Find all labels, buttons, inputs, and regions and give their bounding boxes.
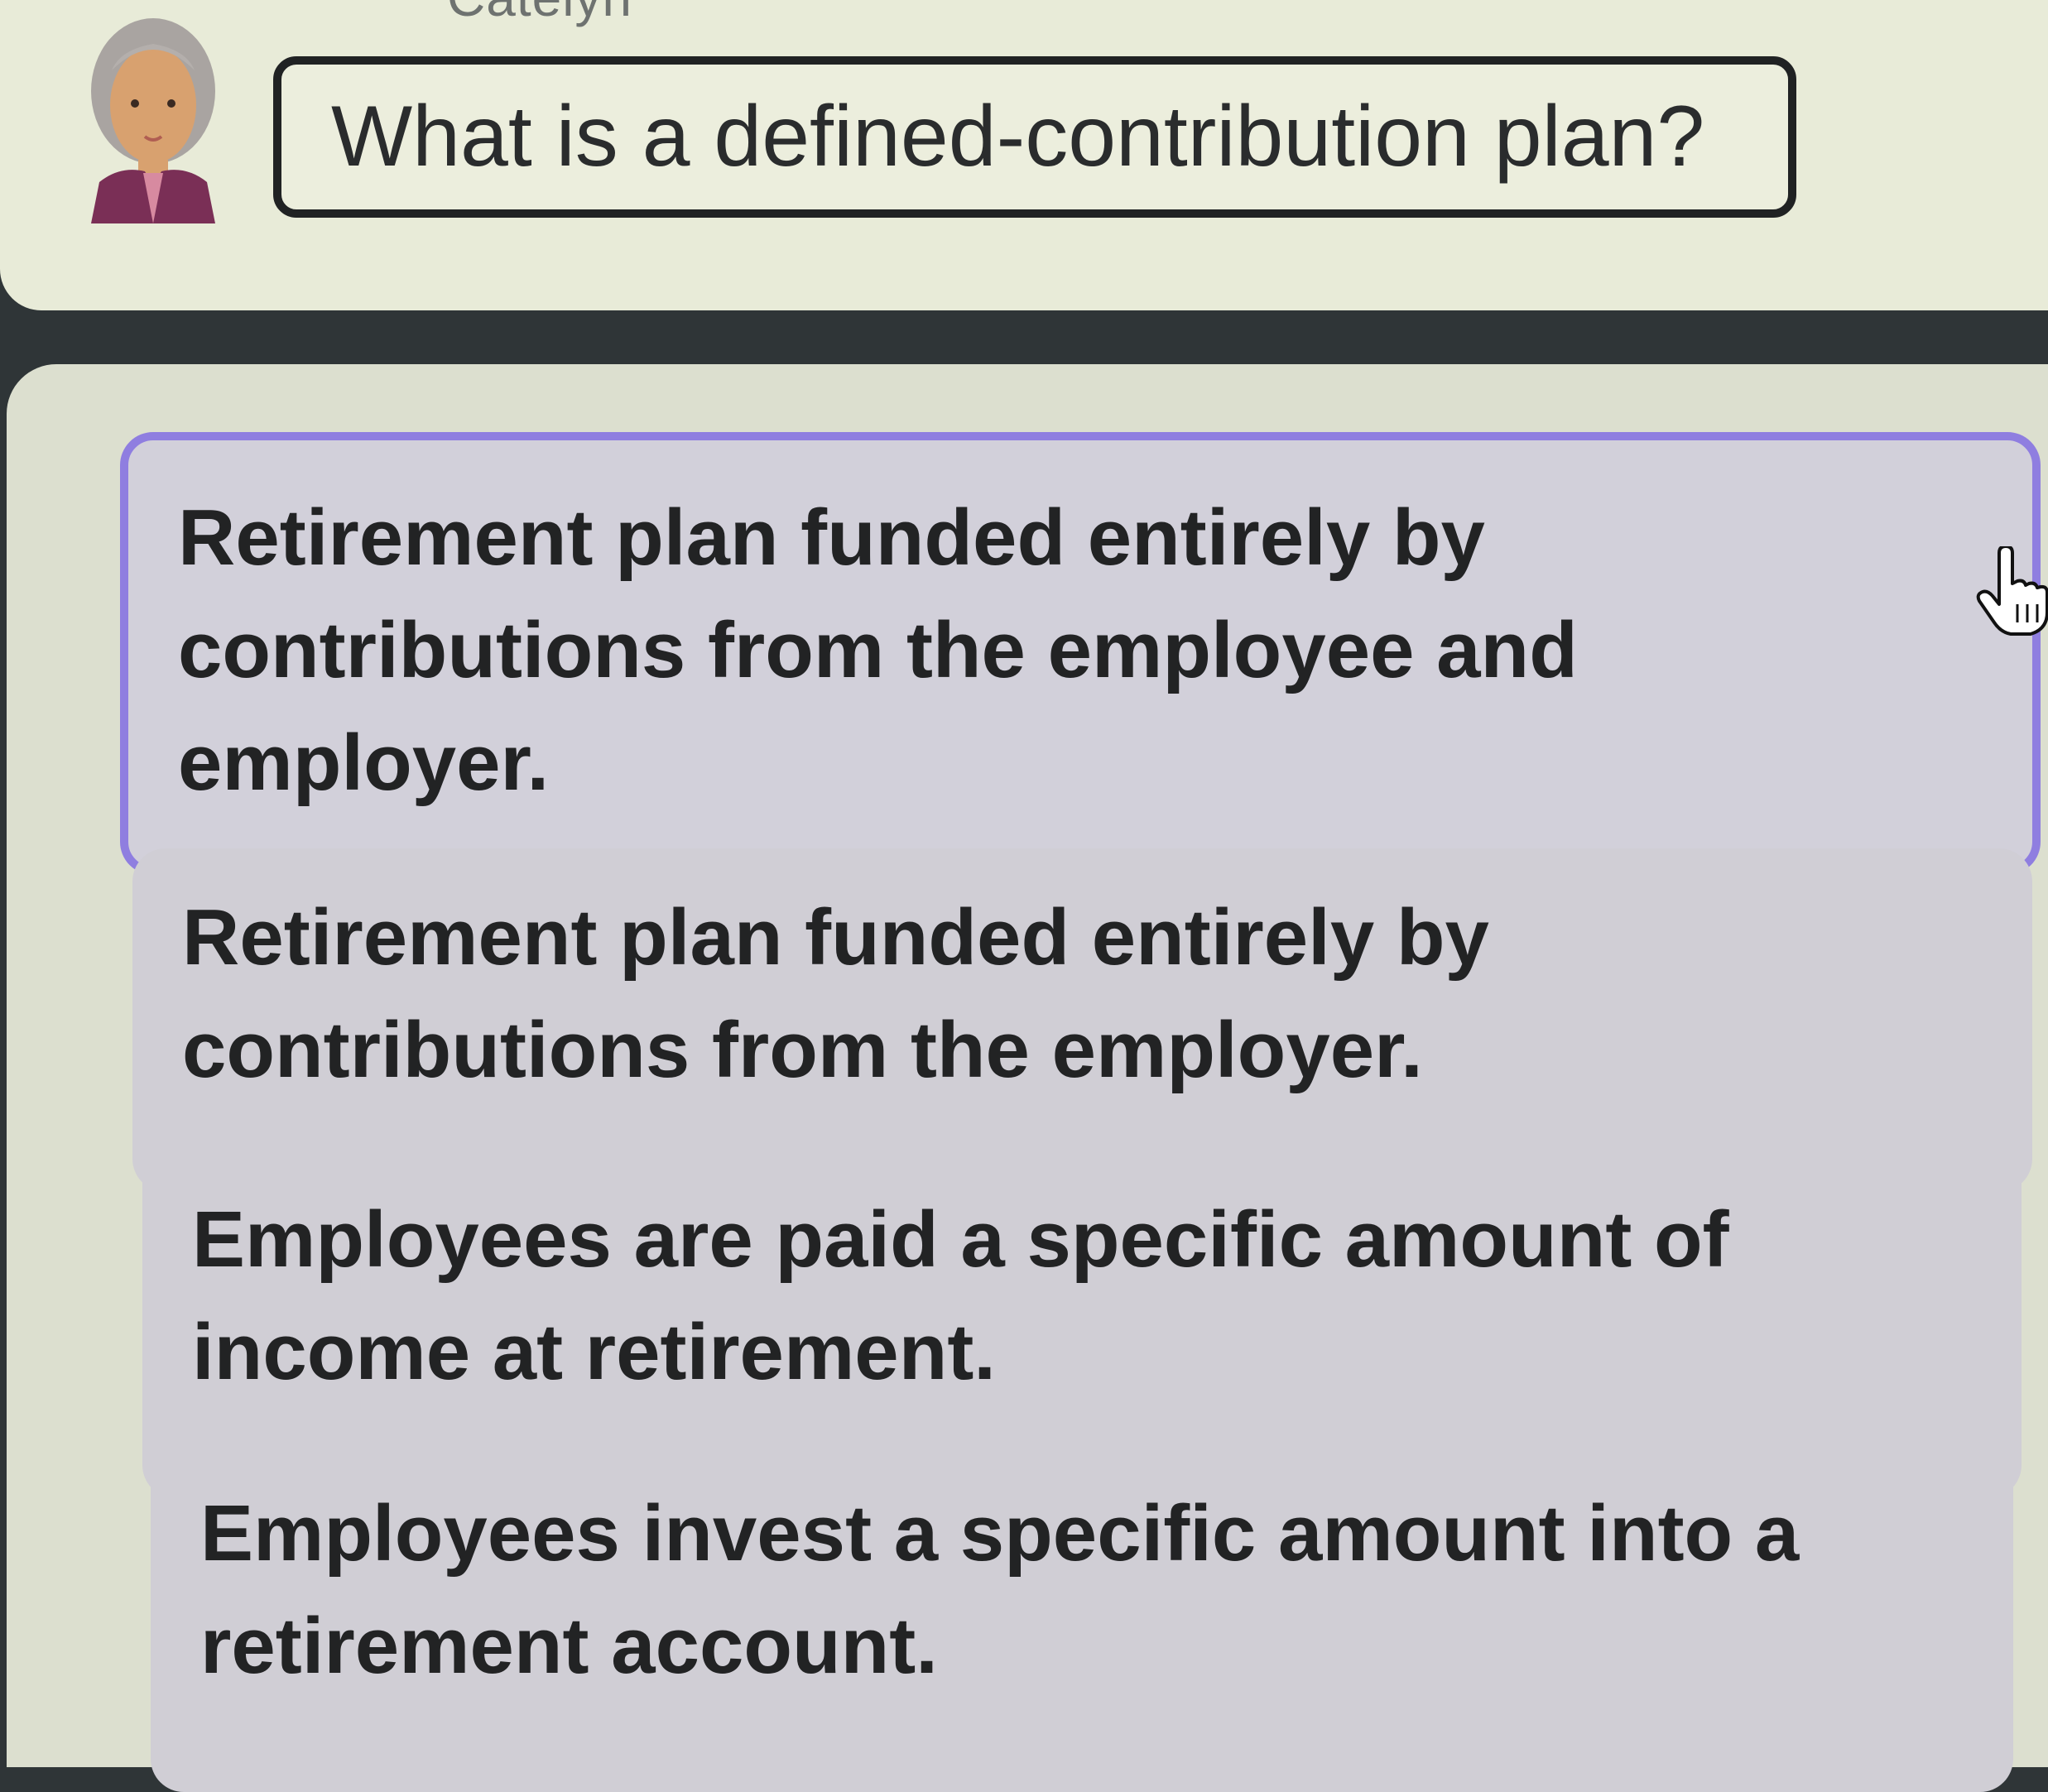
avatar-icon	[91, 18, 215, 223]
answer-option-2[interactable]: Retirement plan funded entirely by contr…	[132, 848, 2032, 1192]
hand-pointer-icon	[1976, 546, 2048, 636]
answer-option-label: Retirement plan funded entirely by contr…	[178, 493, 1578, 807]
question-text: What is a defined-contribution plan?	[331, 89, 1705, 185]
speaker-name: Catelyn	[447, 0, 632, 28]
answer-option-label: Employees invest a specific amount into …	[200, 1489, 1800, 1690]
answer-option-label: Retirement plan funded entirely by contr…	[182, 893, 1489, 1094]
question-box: What is a defined-contribution plan?	[273, 56, 1796, 218]
answer-option-4[interactable]: Employees invest a specific amount into …	[151, 1444, 2013, 1792]
answer-option-1[interactable]: Retirement plan funded entirely by contr…	[120, 432, 2041, 875]
answer-option-label: Employees are paid a specific amount of …	[192, 1195, 1729, 1396]
question-panel: Catelyn What is a defined-contribution p…	[0, 0, 2048, 310]
